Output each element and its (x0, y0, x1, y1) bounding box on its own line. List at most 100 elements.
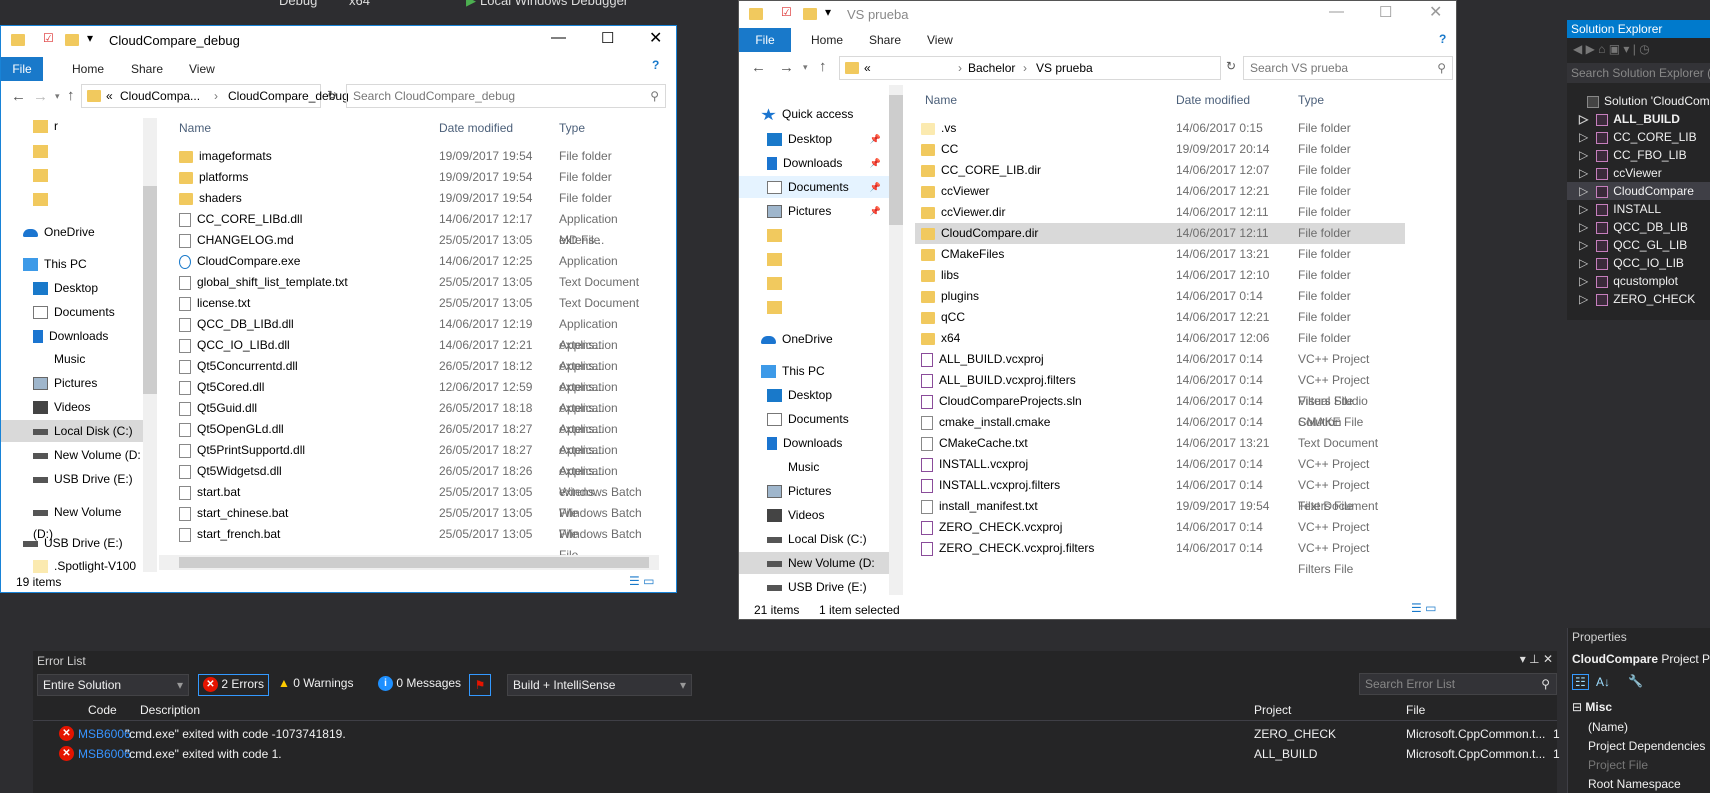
file-row[interactable]: QCC_DB_LIBd.dll 14/06/2017 12:19 Applicati… (173, 314, 663, 352)
tab-view[interactable]: View (927, 33, 953, 47)
sidebar-item[interactable]: Music (1, 348, 143, 370)
pin-icon[interactable]: 📌 (870, 128, 881, 150)
sidebar-item[interactable]: New Volume (D:) (1, 501, 143, 541)
search-input[interactable]: Search CloudCompare_debug ⚲ (346, 84, 666, 108)
errors-filter-button[interactable]: ✕ 2 Errors (198, 674, 270, 696)
sidebar-item[interactable]: Downloads 📌 (739, 152, 889, 174)
column-name[interactable]: Name (925, 93, 957, 107)
refresh-icon[interactable]: ↻ (1226, 59, 1236, 73)
sidebar-item[interactable]: Quick access (739, 103, 889, 125)
pin-icon[interactable]: 📌 (870, 200, 881, 222)
solution-node[interactable]: Solution 'CloudCompa (1587, 92, 1710, 110)
forward-button[interactable]: → (33, 88, 48, 105)
pin-icon[interactable]: 📌 (870, 176, 881, 198)
properties-icon[interactable]: ☑ (43, 31, 54, 45)
search-error-list-input[interactable]: Search Error List ⚲ (1359, 673, 1557, 695)
file-row[interactable]: CMakeFiles 14/06/2017 13:21 File folder (915, 244, 1405, 265)
project-node[interactable]: ▷ QCC_IO_LIB (1567, 254, 1710, 272)
column-code[interactable]: Code (88, 699, 117, 721)
file-row[interactable]: Qt5Widgetsd.dll 26/05/2017 18:26 Applicati… (173, 461, 663, 499)
sidebar-item[interactable]: New Volume (D: (1, 444, 143, 466)
sidebar-item[interactable]: Downloads (739, 432, 889, 454)
tab-file[interactable]: File (739, 28, 791, 52)
file-row[interactable]: Qt5Guid.dll 26/05/2017 18:18 Application e… (173, 398, 663, 436)
sidebar-item[interactable]: OneDrive (1, 221, 143, 243)
close-button[interactable]: ✕ (1429, 2, 1442, 22)
project-node[interactable]: ▷ QCC_GL_LIB (1567, 236, 1710, 254)
pin-icon[interactable]: 📌 (870, 152, 881, 174)
expand-icon[interactable]: ▷ (1579, 130, 1588, 144)
sidebar-item[interactable]: Desktop (1, 277, 143, 299)
properties-icon[interactable]: ☑ (781, 5, 792, 19)
horizontal-scrollbar[interactable] (159, 555, 659, 570)
recent-dropdown[interactable]: ▾ (803, 62, 808, 73)
platform-dropdown[interactable]: x64 (349, 0, 370, 8)
file-row[interactable]: QCC_IO_LIBd.dll 14/06/2017 12:21 Applicati… (173, 335, 663, 373)
sidebar-item[interactable] (739, 248, 889, 270)
sidebar-item[interactable] (739, 224, 889, 246)
tab-share[interactable]: Share (869, 33, 901, 47)
project-node[interactable]: ▷ ZERO_CHECK (1567, 290, 1710, 308)
warnings-filter-button[interactable]: ▲ 0 Warnings (278, 676, 353, 690)
file-row[interactable]: ZERO_CHECK.vcxproj.filters 14/06/2017 0:1… (915, 538, 1405, 576)
expand-icon[interactable]: ▷ (1579, 220, 1588, 234)
project-node[interactable]: ▷ ALL_BUILD (1567, 110, 1710, 128)
sidebar-item[interactable]: Downloads (1, 325, 143, 347)
sidebar-item[interactable]: Pictures 📌 (739, 200, 889, 222)
categorized-icon[interactable]: ☷ (1572, 674, 1589, 690)
sidebar-scrollbar[interactable] (143, 118, 157, 572)
sidebar-item[interactable]: Local Disk (C:) (1, 420, 143, 442)
expand-icon[interactable]: ▷ (1579, 274, 1588, 288)
file-row[interactable]: plugins 14/06/2017 0:14 File folder (915, 286, 1405, 307)
property-item[interactable]: Project Dependencies (1588, 739, 1705, 753)
file-row[interactable]: ZERO_CHECK.vcxproj 14/06/2017 0:14 VC++ Pr… (915, 517, 1405, 538)
project-node[interactable]: ▷ CC_FBO_LIB (1567, 146, 1710, 164)
tab-home[interactable]: Home (72, 62, 104, 76)
file-row[interactable]: CC 19/09/2017 20:14 File folder (915, 139, 1405, 160)
back-button[interactable]: ← (11, 88, 26, 105)
file-row[interactable]: start.bat 25/05/2017 13:05 Windows Batch F… (173, 482, 663, 520)
sidebar-item[interactable] (1, 164, 143, 186)
back-button[interactable]: ← (751, 59, 766, 76)
file-row[interactable]: cmake_install.cmake 14/06/2017 0:14 CMAKE … (915, 412, 1405, 433)
column-date[interactable]: Date modified (1176, 93, 1250, 107)
file-row[interactable]: .vs 14/06/2017 0:15 File folder (915, 118, 1405, 139)
file-row[interactable]: CloudCompareProjects.sln 14/06/2017 0:14 V… (915, 391, 1405, 429)
file-row[interactable]: CC_CORE_LIB.dir 14/06/2017 12:07 File fold… (915, 160, 1405, 181)
sidebar-item[interactable] (739, 272, 889, 294)
sidebar-item[interactable]: OneDrive (739, 328, 889, 350)
column-file[interactable]: File (1406, 699, 1425, 721)
expand-icon[interactable]: ▷ (1579, 166, 1588, 180)
new-folder-icon[interactable] (803, 8, 817, 20)
help-icon[interactable]: ? (1439, 32, 1446, 46)
minimize-button[interactable]: — (551, 29, 566, 46)
project-node[interactable]: ▷ QCC_DB_LIB (1567, 218, 1710, 236)
forward-button[interactable]: → (779, 59, 794, 76)
sidebar-item[interactable]: This PC (739, 360, 889, 382)
column-date[interactable]: Date modified (439, 121, 513, 135)
expand-icon[interactable]: ▷ (1579, 112, 1588, 126)
column-type[interactable]: Type (559, 121, 585, 135)
recent-dropdown[interactable]: ▾ (55, 91, 60, 102)
new-folder-icon[interactable] (65, 34, 79, 46)
project-node[interactable]: ▷ CloudCompare (1567, 182, 1710, 200)
sidebar-item[interactable]: Music (739, 456, 889, 478)
expand-icon[interactable]: ▷ (1579, 184, 1588, 198)
sidebar-item[interactable] (1, 140, 143, 162)
project-node[interactable]: ▷ ccViewer (1567, 164, 1710, 182)
expand-icon[interactable]: ▷ (1579, 292, 1588, 306)
error-row[interactable]: ✕ MSB6006 "cmd.exe" exited with code 1. ALL… (33, 744, 1560, 764)
details-view-icon[interactable]: ☰ ▭ (629, 574, 654, 588)
collapse-icon[interactable]: ⊟ (1572, 700, 1582, 714)
search-input[interactable]: Search VS prueba ⚲ (1243, 56, 1453, 80)
up-button[interactable]: ↑ (819, 58, 827, 75)
address-bar[interactable]: « › Bachelor › VS prueba (839, 56, 1221, 80)
file-row[interactable]: Qt5Cored.dll 12/06/2017 12:59 Application … (173, 377, 663, 415)
play-icon[interactable]: ▶ (466, 0, 476, 9)
sidebar-item[interactable]: Pictures (739, 480, 889, 502)
up-button[interactable]: ↑ (67, 87, 75, 104)
tab-home[interactable]: Home (811, 33, 843, 47)
sidebar-item[interactable]: New Volume (D: (739, 552, 889, 574)
solution-search-input[interactable]: Search Solution Explorer (C (1567, 63, 1710, 83)
help-icon[interactable]: ? (652, 58, 659, 72)
